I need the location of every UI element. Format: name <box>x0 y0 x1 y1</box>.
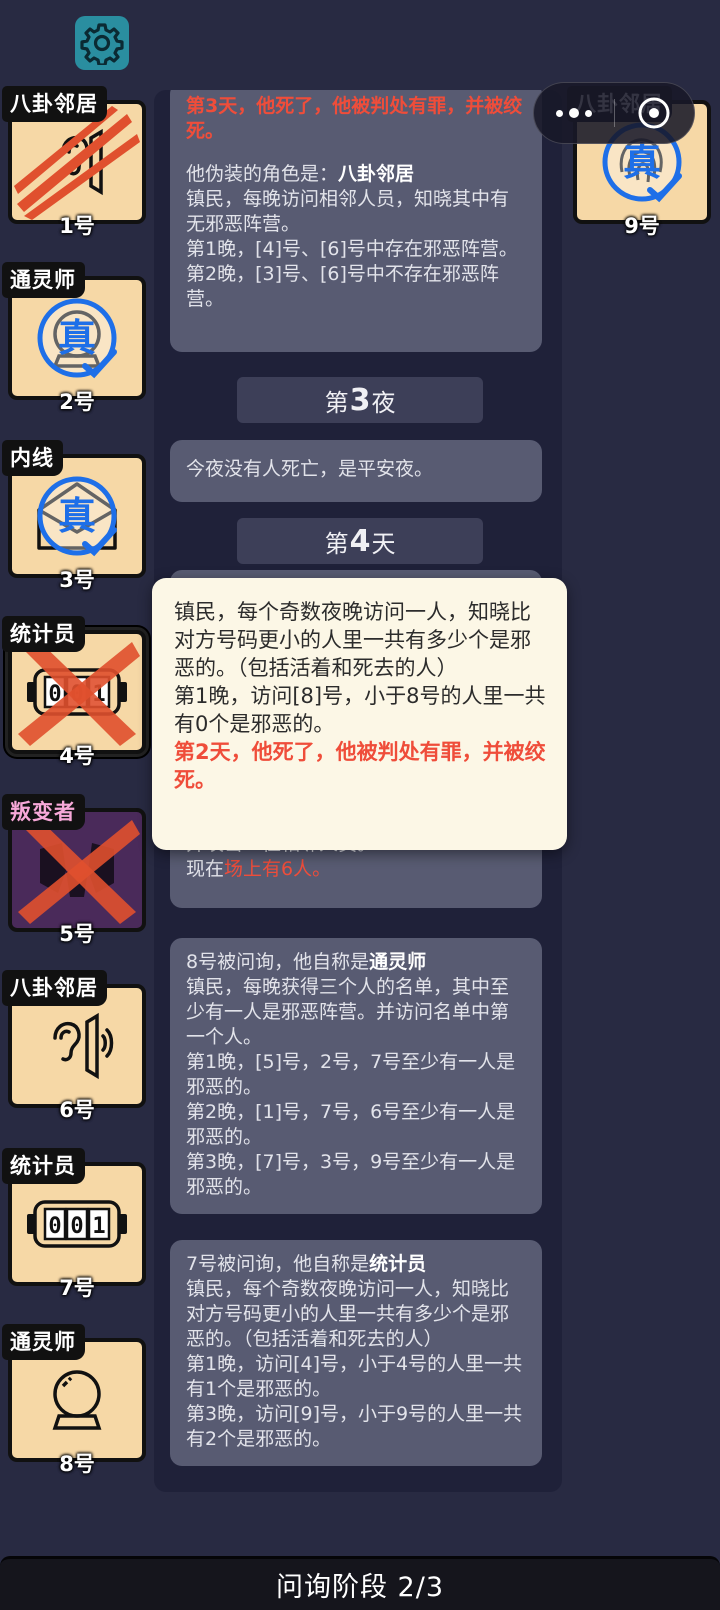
player-number: 4号 <box>59 744 95 768</box>
role-label: 叛变者 <box>2 794 85 830</box>
gear-icon <box>80 23 124 65</box>
counter-digit: 1 <box>92 1214 105 1239</box>
miniprogram-capsule <box>533 82 695 144</box>
counter-icon: 001 <box>27 1200 127 1248</box>
crystal-ball-icon <box>52 1370 102 1430</box>
counter-digit: 0 <box>48 1214 61 1239</box>
player-number: 7号 <box>59 1276 95 1300</box>
popup-description: 镇民，每个奇数夜晚访问一人，知晓比对方号码更小的人里一共有多少个是邪恶的。（包括… <box>174 600 531 680</box>
player-card-5[interactable]: 叛变者 5号 <box>2 794 146 946</box>
log-message: 第3天，他死了，他被判处有罪，并被绞死。 他伪装的角色是：八卦邻居 镇民，每晚访… <box>170 90 542 352</box>
player-number: 1号 <box>59 214 95 238</box>
phase-header-night3: 第3夜 <box>237 377 483 423</box>
counter-digit: 0 <box>70 1214 83 1239</box>
more-dots-icon <box>555 109 563 117</box>
more-button[interactable] <box>534 108 614 118</box>
log-message: 今夜没有人死亡，是平安夜。 <box>170 440 542 502</box>
player-card-2[interactable]: 通灵师 真 2号 <box>2 262 146 414</box>
role-label: 统计员 <box>2 1148 85 1184</box>
role-label: 通灵师 <box>2 1324 85 1360</box>
death-notice: 第3天，他死了，他被判处有罪，并被绞死。 <box>186 95 523 142</box>
player-number: 8号 <box>59 1452 95 1476</box>
player-number: 6号 <box>59 1098 95 1122</box>
role-label: 八卦邻居 <box>2 86 107 122</box>
phase-status-label: 问询阶段 2/3 <box>275 1572 445 1603</box>
log-message: 8号被问询，他自称是通灵师 镇民，每晚获得三个人的名单，其中至少有一人是邪恶阵营… <box>170 938 542 1214</box>
log-message: 7号被问询，他自称是统计员 镇民，每个奇数夜晚访问一人，知晓比对方号码更小的人里… <box>170 1240 542 1466</box>
popup-night-result: 第1晚，访问[8]号，小于8号的人里一共有0个是邪恶的。 <box>174 684 546 736</box>
player-number: 9号 <box>624 214 660 238</box>
verified-stamp-icon: 真 <box>37 476 117 557</box>
role-label: 通灵师 <box>2 262 85 298</box>
role-label: 内线 <box>2 440 63 476</box>
player-card-8[interactable]: 通灵师 8号 <box>2 1324 146 1476</box>
player-card-6[interactable]: 八卦邻居 6号 <box>2 970 146 1122</box>
role-label: 八卦邻居 <box>2 970 107 1006</box>
settings-button[interactable] <box>75 16 129 70</box>
player-card-1[interactable]: 八卦邻居 1号 <box>2 86 146 238</box>
phase-header-day4: 第4天 <box>237 518 483 564</box>
verified-stamp-icon: 真 <box>37 298 117 379</box>
svg-text:真: 真 <box>58 316 96 360</box>
player-card-3[interactable]: 内线 真 3号 <box>2 440 146 592</box>
close-miniprogram-button[interactable] <box>615 96 695 130</box>
role-label: 统计员 <box>2 616 85 652</box>
player-number: 3号 <box>59 568 95 592</box>
svg-text:真: 真 <box>623 140 661 184</box>
player-card-4[interactable]: 统计员 001 4号 <box>2 616 146 768</box>
target-close-icon <box>638 97 670 129</box>
player-card-7[interactable]: 统计员 001 7号 <box>2 1148 146 1300</box>
popup-death-notice: 第2天，他死了，他被判处有罪，并被绞死。 <box>174 740 546 792</box>
svg-text:真: 真 <box>58 494 96 538</box>
player-number: 5号 <box>59 922 95 946</box>
role-info-popup[interactable]: 镇民，每个奇数夜晚访问一人，知晓比对方号码更小的人里一共有多少个是邪恶的。（包括… <box>152 578 567 850</box>
player-number: 2号 <box>59 390 95 414</box>
ear-speaker-icon <box>53 1012 114 1080</box>
phase-status-bar: 问询阶段 2/3 <box>0 1556 720 1610</box>
